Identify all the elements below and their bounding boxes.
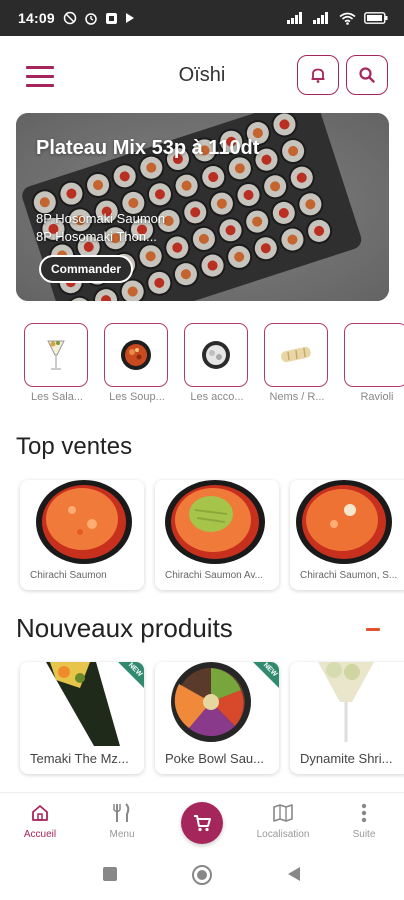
nav-menu-label: Menu [109, 829, 135, 840]
category-label: Les acco... [190, 391, 244, 403]
order-button[interactable]: Commander [39, 255, 134, 283]
status-bar: 14:09 [0, 0, 404, 36]
search-icon [359, 67, 375, 83]
status-time: 14:09 [18, 10, 55, 26]
notifications-button[interactable] [297, 55, 339, 95]
new-badge: NEW [253, 662, 279, 688]
category-label: Ravioli [360, 391, 394, 403]
new-product-card[interactable]: NEW Poke Bowl Sau... [155, 662, 279, 774]
system-navigation-bar [0, 852, 404, 900]
bell-icon [311, 68, 325, 83]
top-sales-title: Top ventes [16, 433, 133, 460]
nav-menu[interactable]: Menu [87, 801, 157, 840]
wifi-icon [339, 12, 356, 25]
soup-bowl-icon [121, 340, 151, 370]
category-list: Les Sala... Les Soup... Les acco... Nems… [0, 323, 404, 413]
search-button[interactable] [346, 55, 388, 95]
promo-title: Plateau Mix 53p à 110dt [36, 137, 260, 159]
app-title: Oïshi [178, 64, 226, 86]
battery-icon [364, 12, 388, 24]
promo-banner[interactable]: Plateau Mix 53p à 110dt 8P Hosomaki Saum… [16, 113, 389, 301]
nav-more[interactable]: Suite [329, 801, 399, 840]
home-button-icon[interactable] [191, 864, 213, 886]
top-sales-card[interactable]: Chirachi Saumon, S... [290, 480, 404, 590]
nav-location[interactable]: Localisation [248, 801, 318, 840]
new-product-card[interactable]: NEW Temaki The Mz... [20, 662, 144, 774]
shopping-cart-icon [194, 815, 211, 832]
salad-glass-icon [47, 340, 65, 370]
top-sales-card[interactable]: Chirachi Saumon [20, 480, 144, 590]
nav-more-label: Suite [352, 829, 376, 840]
chirachi-bowl-image [36, 480, 132, 564]
product-name: Dynamite Shri... [300, 751, 393, 766]
product-name: Chirachi Saumon [30, 570, 107, 581]
category-nems[interactable]: Nems / R... [264, 323, 330, 403]
notification-app-icon [105, 12, 117, 24]
signal-icon-2 [313, 12, 328, 24]
product-name: Poke Bowl Sau... [165, 751, 264, 766]
promo-line-2: 8P Hosomaki Thon... [36, 229, 157, 244]
top-sales-card[interactable]: Chirachi Saumon Av... [155, 480, 279, 590]
home-icon [32, 805, 48, 821]
category-ravioli[interactable]: Ravioli [344, 323, 404, 403]
new-badge: NEW [118, 662, 144, 688]
signal-icon [287, 12, 302, 24]
do-not-disturb-icon [63, 11, 77, 25]
product-name: Chirachi Saumon, S... [300, 570, 398, 581]
fork-knife-icon [113, 803, 130, 822]
promo-line-1: 8P Hosomaki Saumon [36, 211, 166, 226]
side-dish-icon [202, 341, 230, 369]
new-product-card[interactable]: Dynamite Shri... [290, 662, 404, 774]
nav-home-label: Accueil [23, 829, 57, 840]
category-label: Les Sala... [31, 391, 83, 403]
nav-location-label: Localisation [256, 829, 310, 840]
alarm-icon [85, 13, 97, 25]
category-salads[interactable]: Les Sala... [24, 323, 90, 403]
nav-home[interactable]: Accueil [5, 801, 75, 840]
chirachi-salmon-bowl-image [296, 480, 392, 564]
see-more-indicator[interactable] [366, 628, 380, 631]
cart-button[interactable] [181, 802, 223, 844]
new-products-title: Nouveaux produits [16, 613, 233, 643]
back-button-icon[interactable] [286, 866, 302, 882]
recent-apps-icon[interactable] [102, 866, 118, 882]
play-icon [125, 13, 134, 23]
category-label: Nems / R... [269, 391, 325, 403]
app-bar: Oïshi [0, 50, 404, 102]
spring-roll-icon [281, 346, 311, 363]
category-sides[interactable]: Les acco... [184, 323, 250, 403]
category-soups[interactable]: Les Soup... [104, 323, 170, 403]
more-vertical-icon [361, 803, 367, 823]
product-name: Chirachi Saumon Av... [165, 570, 264, 581]
map-icon [273, 804, 293, 822]
chirachi-avocado-bowl-image [165, 480, 265, 564]
category-label: Les Soup... [109, 391, 165, 403]
product-name: Temaki The Mz... [30, 751, 129, 766]
dynamite-shrimp-image [290, 662, 404, 746]
